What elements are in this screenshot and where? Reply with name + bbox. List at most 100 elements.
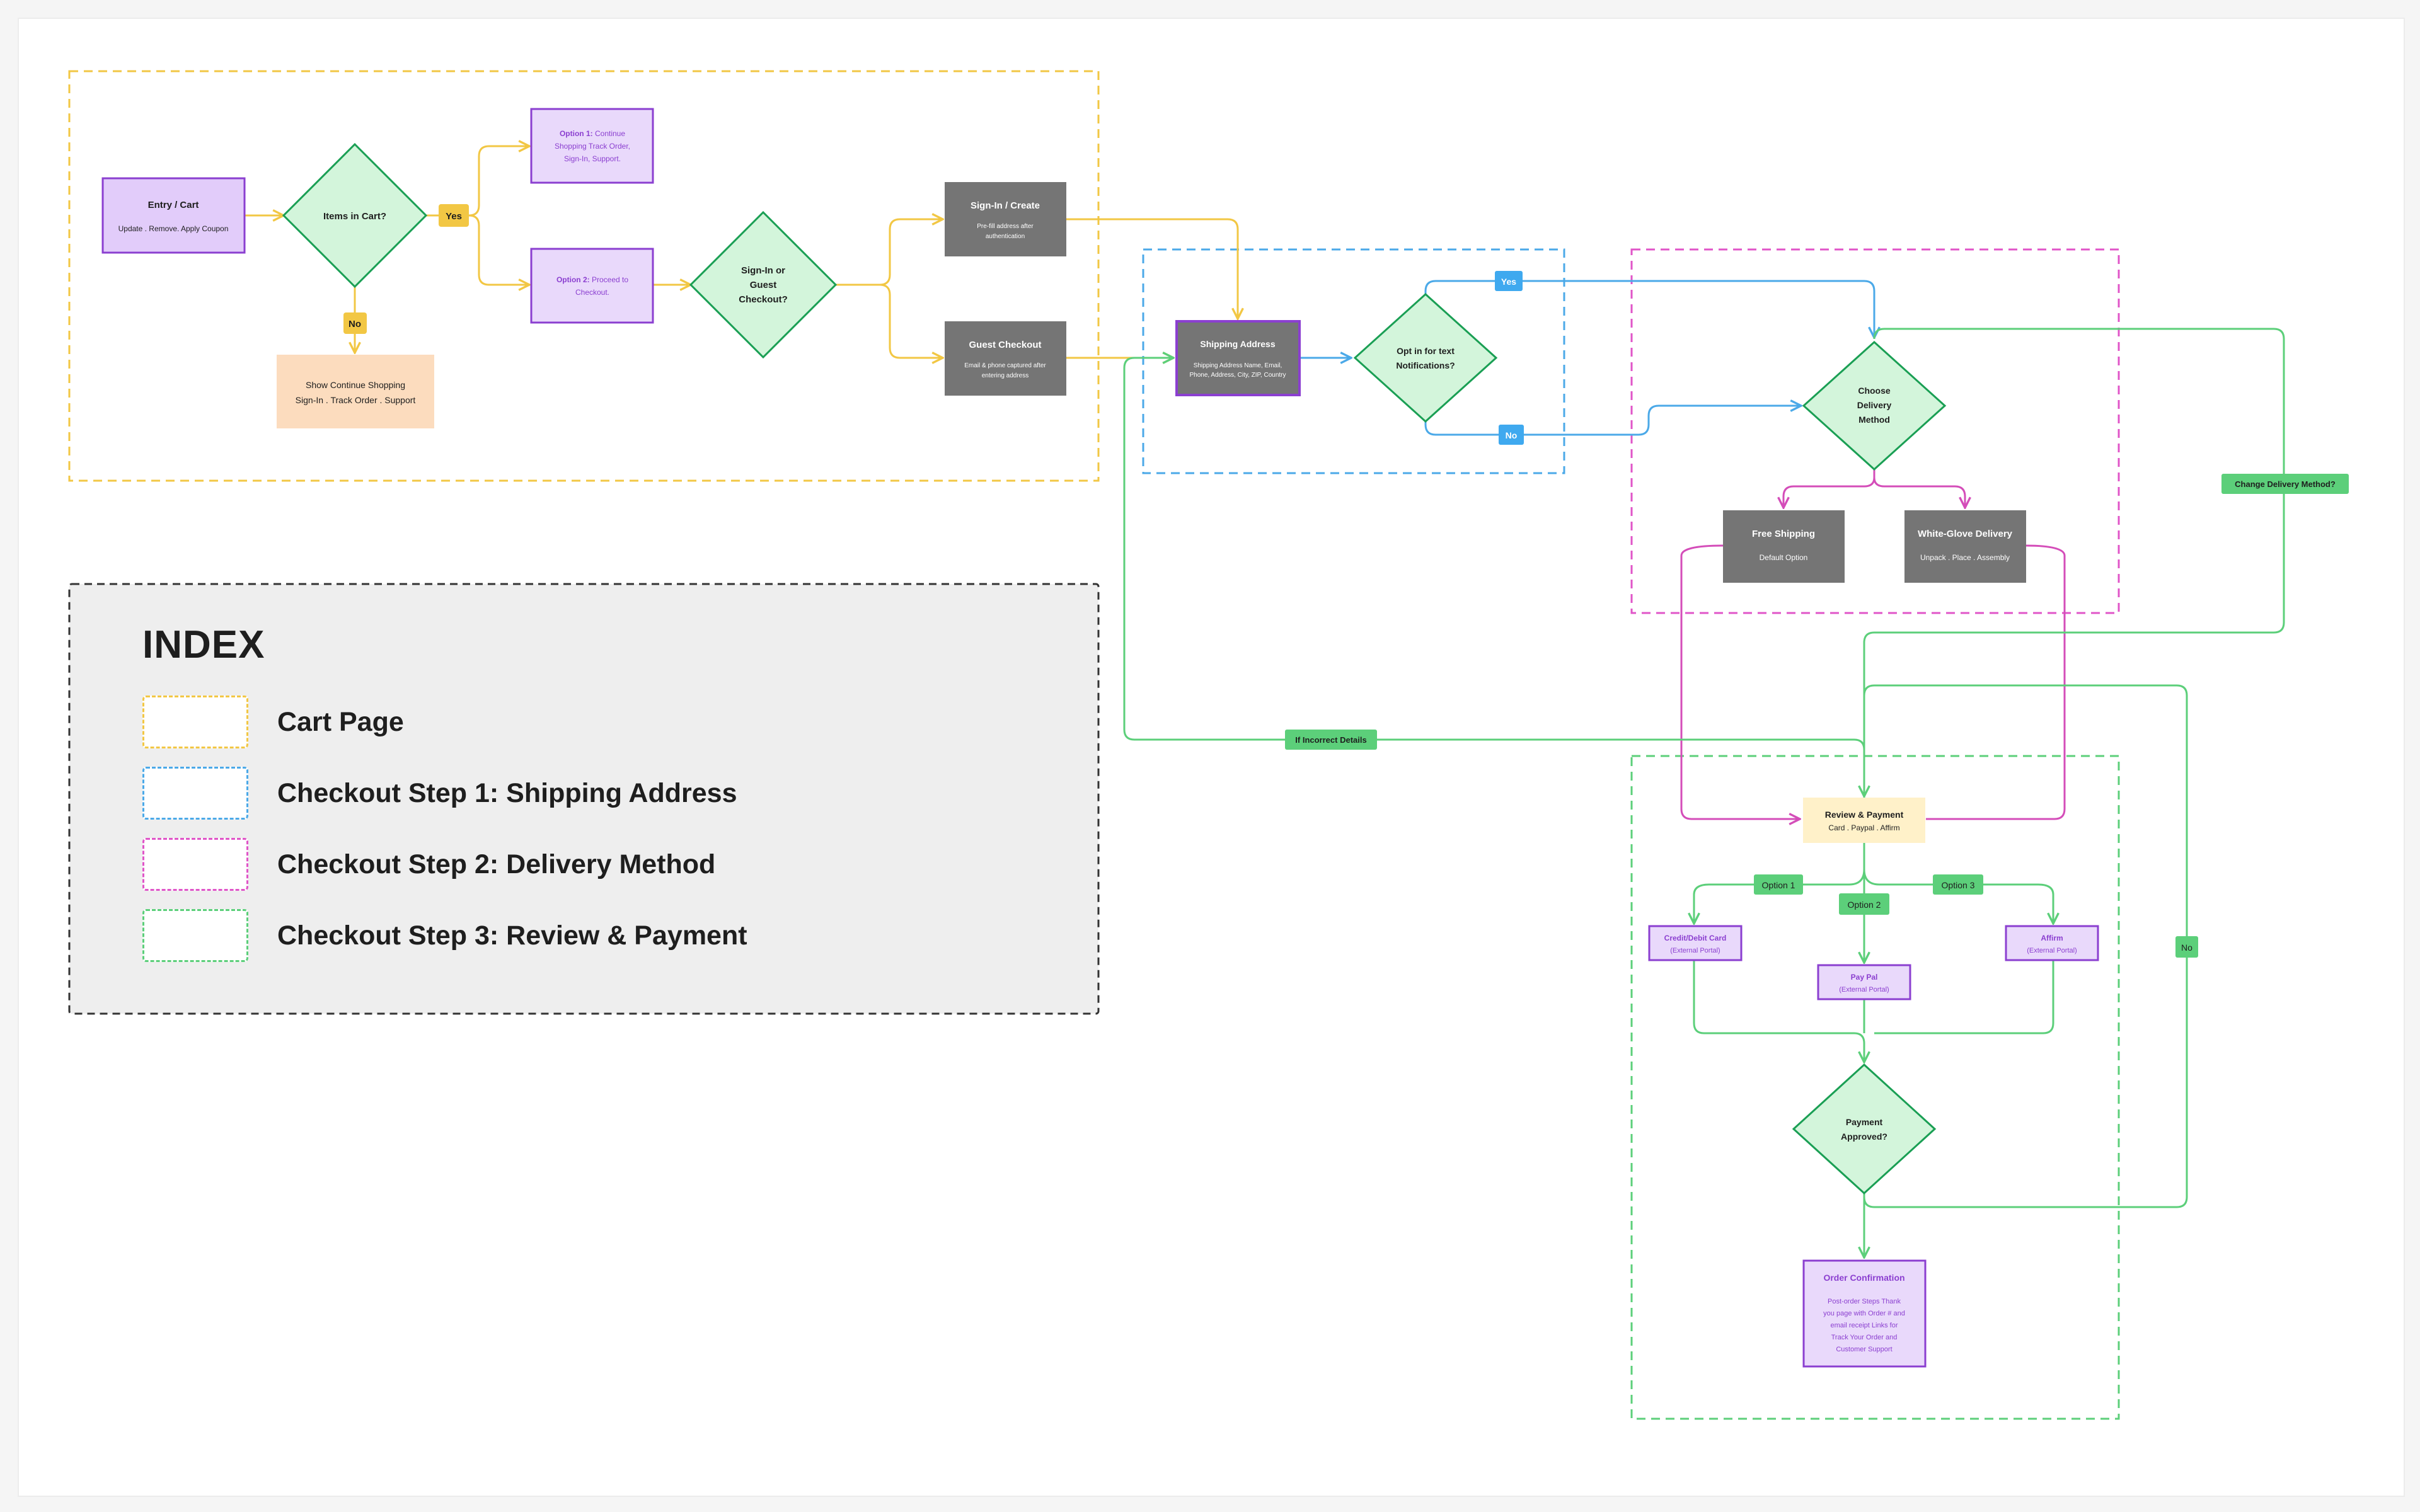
option1-label: Option 1 <box>1754 874 1803 895</box>
option2-label: Option 2 <box>1839 893 1889 915</box>
guest-checkout-title: Guest Checkout <box>969 340 1041 350</box>
yes-label-optin: Yes <box>1495 271 1523 291</box>
index-label-payment: Checkout Step 3: Review & Payment <box>277 920 747 951</box>
option2-node[interactable]: Option 2: Proceed to Checkout. <box>530 248 654 324</box>
free-shipping-subtitle: Default Option <box>1760 553 1808 562</box>
svg-text:Yes: Yes <box>1501 277 1516 287</box>
signin-create-line2: authentication <box>986 233 1025 240</box>
shipping-address-title: Shipping Address <box>1200 339 1275 349</box>
index-item-cart-page: Cart Page <box>142 694 404 750</box>
guest-checkout-line1: Email & phone captured after <box>964 362 1046 369</box>
svg-text:Option 2: Proceed to: Option 2: Proceed to <box>556 275 628 284</box>
no-label-cart: No <box>343 312 367 334</box>
guest-checkout-node[interactable]: Guest Checkout Email & phone captured af… <box>945 321 1066 396</box>
index-item-delivery: Checkout Step 2: Delivery Method <box>142 837 715 892</box>
white-glove-subtitle: Unpack . Place . Assembly <box>1920 553 2010 562</box>
index-title: INDEX <box>142 623 265 667</box>
index-label-cart-page: Cart Page <box>277 706 404 737</box>
no-label-optin: No <box>1499 425 1524 445</box>
order-confirmation-line1: Post-order Steps Thank <box>1828 1298 1901 1305</box>
choose-delivery-line1: Choose <box>1858 386 1891 396</box>
signin-or-guest-line2: Guest <box>750 280 777 290</box>
entry-cart-node[interactable]: Entry / Cart Update . Remove. Apply Coup… <box>101 177 246 254</box>
incorrect-details-label: If Incorrect Details <box>1285 730 1377 750</box>
svg-text:No: No <box>2181 942 2192 953</box>
index-swatch-shipping <box>142 767 248 820</box>
paypal-node[interactable]: Pay Pal (External Portal) <box>1817 964 1911 1000</box>
signin-create-title: Sign-In / Create <box>971 200 1040 211</box>
shipping-address-line2: Phone, Address, City, ZIP, Country <box>1189 372 1286 379</box>
affirm-node[interactable]: Affirm (External Portal) <box>2005 925 2099 961</box>
items-in-cart-text: Items in Cart? <box>323 211 386 222</box>
payment-connectors <box>1123 328 2285 1257</box>
option1-line2: Shopping Track Order, <box>555 142 630 151</box>
choose-delivery-line3: Method <box>1858 415 1890 425</box>
white-glove-title: White-Glove Delivery <box>1918 529 2013 539</box>
svg-text:Change Delivery Method?: Change Delivery Method? <box>2235 479 2336 489</box>
show-continue-node[interactable]: Show Continue Shopping Sign-In . Track O… <box>277 355 434 428</box>
flow-diagram: Entry / Cart Update . Remove. Apply Coup… <box>68 70 2349 1420</box>
option1-line3: Sign-In, Support. <box>564 154 621 163</box>
free-shipping-node[interactable]: Free Shipping Default Option <box>1723 510 1845 583</box>
index-swatch-cart-page <box>142 696 248 748</box>
svg-text:No: No <box>1506 430 1518 440</box>
signin-create-node[interactable]: Sign-In / Create Pre-fill address after … <box>945 182 1066 256</box>
entry-cart-title: Entry / Cart <box>148 200 199 210</box>
choose-delivery-line2: Delivery <box>1857 400 1892 410</box>
signin-create-line1: Pre-fill address after <box>977 223 1034 230</box>
svg-text:Option 1: Continue: Option 1: Continue <box>560 129 625 138</box>
opt-in-decision[interactable]: Opt in for text Notifications? <box>1353 292 1498 423</box>
index-label-delivery: Checkout Step 2: Delivery Method <box>277 849 716 879</box>
payment-approved-line2: Approved? <box>1841 1131 1887 1142</box>
white-glove-node[interactable]: White-Glove Delivery Unpack . Place . As… <box>1904 510 2026 583</box>
no-label-payment: No <box>2175 936 2198 958</box>
paypal-title: Pay Pal <box>1851 973 1878 982</box>
option3-label: Option 3 <box>1933 874 1983 895</box>
index-label-shipping: Checkout Step 1: Shipping Address <box>277 777 737 808</box>
review-payment-node[interactable]: Review & Payment Card . Paypal . Affirm <box>1803 798 1925 843</box>
signin-or-guest-line1: Sign-In or <box>741 265 785 276</box>
choose-delivery-decision[interactable]: Choose Delivery Method <box>1802 340 1947 471</box>
review-payment-subtitle: Card . Paypal . Affirm <box>1828 823 1899 832</box>
credit-card-subtitle: (External Portal) <box>1670 947 1720 954</box>
payment-approved-decision[interactable]: Payment Approved? <box>1792 1063 1937 1195</box>
order-confirmation-title: Order Confirmation <box>1823 1273 1904 1283</box>
show-continue-line2: Sign-In . Track Order . Support <box>296 395 416 405</box>
affirm-title: Affirm <box>2041 934 2063 942</box>
shipping-address-line1: Shipping Address Name, Email, <box>1194 362 1282 369</box>
option2-line1: Proceed to <box>592 275 628 284</box>
index-item-shipping: Checkout Step 1: Shipping Address <box>142 765 737 821</box>
index-item-payment: Checkout Step 3: Review & Payment <box>142 908 747 963</box>
svg-text:Option 2: Option 2 <box>1848 900 1881 910</box>
order-confirmation-node[interactable]: Order Confirmation Post-order Steps Than… <box>1802 1259 1927 1368</box>
signin-or-guest-line3: Checkout? <box>739 294 788 305</box>
svg-text:Option 1: Option 1 <box>1762 880 1795 890</box>
index-swatch-delivery <box>142 838 248 891</box>
guest-checkout-line2: entering address <box>982 372 1029 379</box>
option2-bold: Option 2: <box>556 275 590 284</box>
affirm-subtitle: (External Portal) <box>2027 947 2077 954</box>
free-shipping-title: Free Shipping <box>1752 529 1815 539</box>
entry-cart-subtitle: Update . Remove. Apply Coupon <box>118 224 229 233</box>
change-delivery-label: Change Delivery Method? <box>2221 474 2349 494</box>
yes-label-cart: Yes <box>439 204 469 227</box>
option1-bold: Option 1: <box>560 129 593 138</box>
credit-card-title: Credit/Debit Card <box>1664 934 1727 942</box>
show-continue-line1: Show Continue Shopping <box>306 380 405 390</box>
option1-node[interactable]: Option 1: Continue Shopping Track Order,… <box>530 108 654 184</box>
order-confirmation-line2: you page with Order # and <box>1823 1310 1905 1317</box>
opt-in-line2: Notifications? <box>1396 360 1455 370</box>
items-in-cart-decision[interactable]: Items in Cart? <box>282 142 428 289</box>
opt-in-line1: Opt in for text <box>1397 346 1455 356</box>
shipping-address-node[interactable]: Shipping Address Shipping Address Name, … <box>1175 320 1301 396</box>
payment-approved-line1: Payment <box>1846 1117 1883 1127</box>
svg-text:No: No <box>349 319 361 329</box>
index-swatch-payment <box>142 909 248 962</box>
svg-text:If Incorrect Details: If Incorrect Details <box>1295 735 1366 745</box>
svg-text:Option 3: Option 3 <box>1942 880 1975 890</box>
signin-or-guest-decision[interactable]: Sign-In or Guest Checkout? <box>689 210 838 359</box>
credit-card-node[interactable]: Credit/Debit Card (External Portal) <box>1648 925 1743 961</box>
order-confirmation-line5: Customer Support <box>1836 1346 1892 1353</box>
option2-line2: Checkout. <box>575 288 609 297</box>
order-confirmation-line3: email receipt Links for <box>1831 1322 1898 1329</box>
